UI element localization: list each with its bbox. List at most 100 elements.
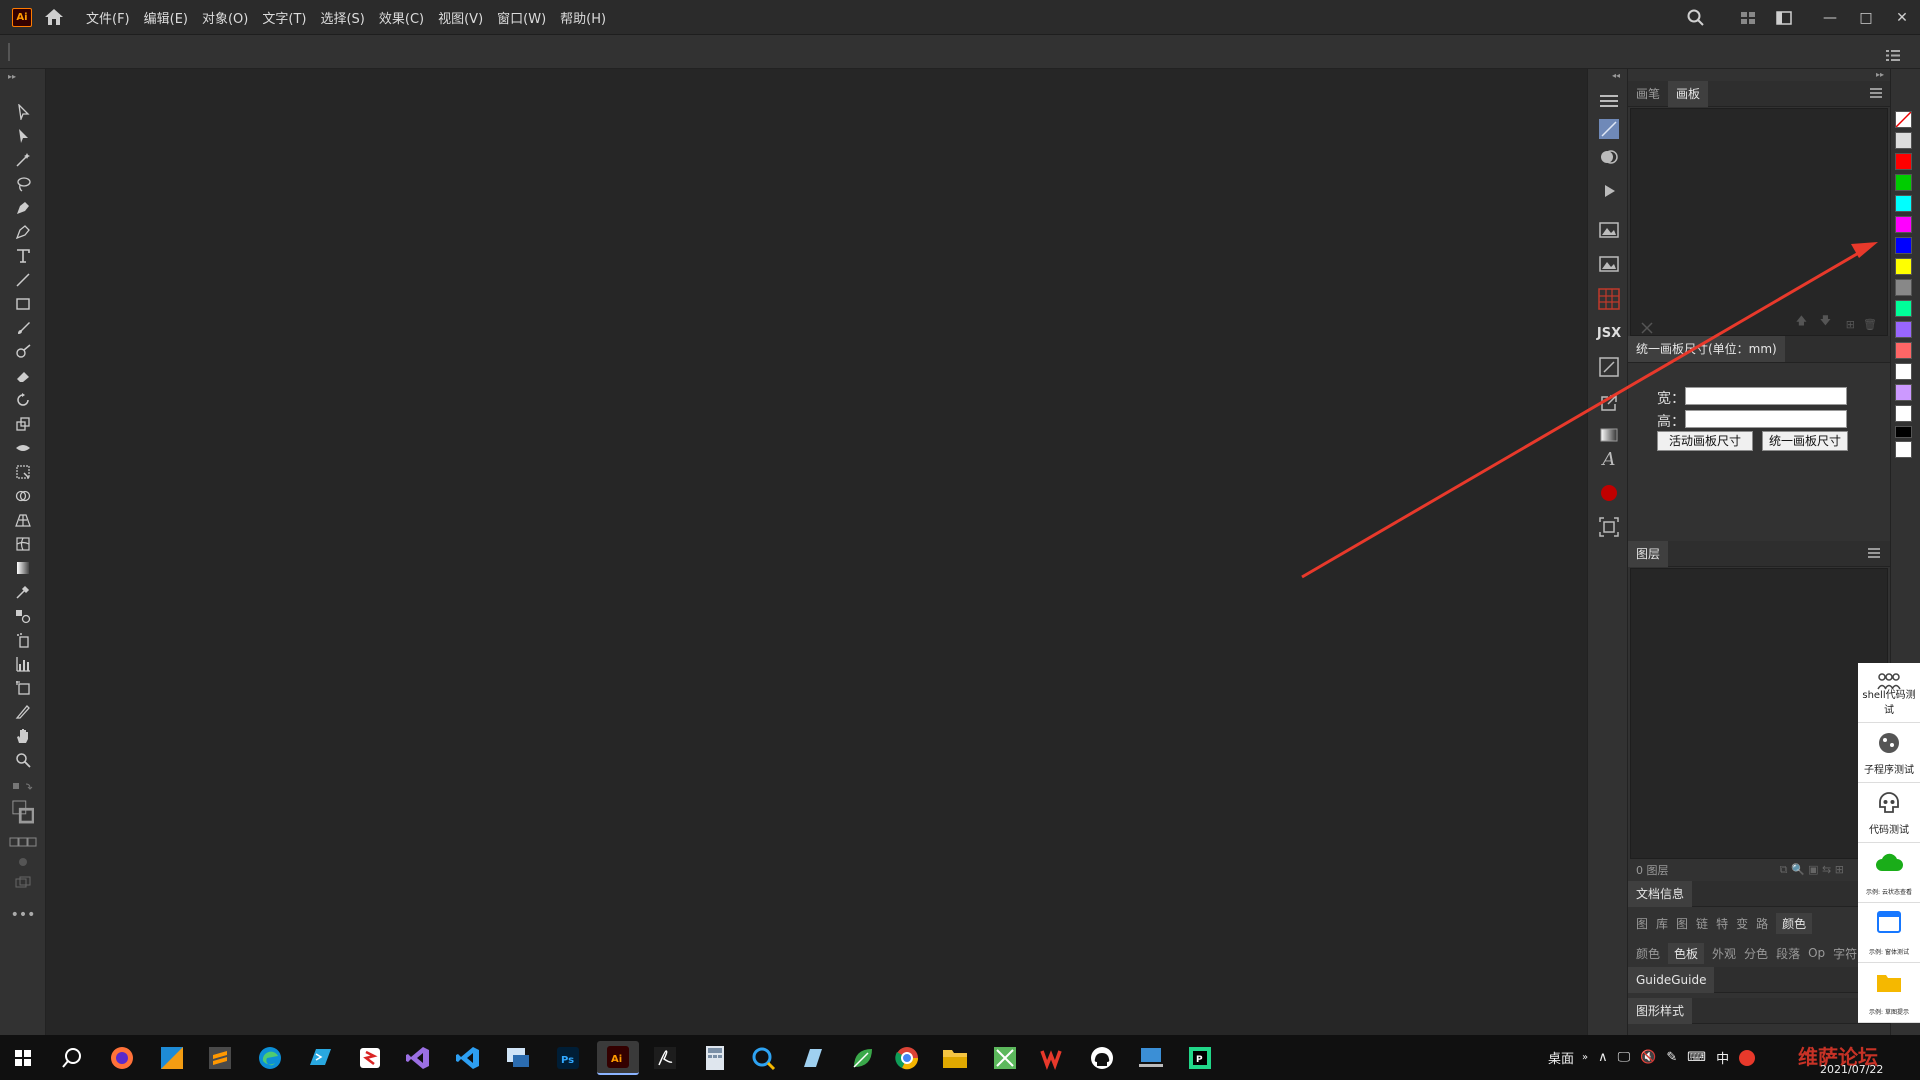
ime-indicator[interactable]: 中 [1716,1048,1729,1067]
menu-object[interactable]: 对象(O) [202,8,248,27]
visual-studio-icon[interactable] [401,1041,435,1075]
line-tool-icon[interactable] [12,270,34,290]
height-field[interactable] [1685,410,1847,428]
clock-area[interactable]: 维萨论坛 2021/07/22 [1798,1039,1920,1079]
hand-tool-icon[interactable] [12,726,34,746]
calculator-icon[interactable] [698,1041,732,1075]
column-graph-tool-icon[interactable] [12,654,34,674]
scale-tool-icon[interactable] [12,414,34,434]
new-artboard-icon[interactable]: ⊞ [1846,318,1855,331]
color-mode-icon[interactable] [8,832,38,852]
width-tool-icon[interactable] [12,438,34,458]
tab-mini-4[interactable]: 链 [1696,915,1708,932]
tab-color[interactable]: 颜色 [1776,912,1813,934]
tab-artboards[interactable]: 画板 [1668,80,1709,107]
magic-wand-tool-icon[interactable] [12,150,34,170]
rotate-tool-icon[interactable] [12,390,34,410]
keyboard-icon[interactable]: ⌨ [1687,1050,1706,1065]
chrome-icon[interactable] [890,1041,924,1075]
document-canvas[interactable] [46,69,1587,1035]
tray-overflow-icon[interactable]: ∧ [1598,1050,1608,1065]
wps-icon[interactable] [1036,1041,1070,1075]
sogou-ime-icon[interactable] [1739,1049,1756,1066]
layers-panel-menu-icon[interactable] [1868,548,1880,558]
tab-opentype[interactable]: Op [1808,946,1825,960]
more-tools-icon[interactable]: ••• [11,905,36,925]
jsx-script-icon[interactable]: JSX [1595,321,1623,345]
symbol-sprayer-tool-icon[interactable] [12,630,34,650]
swatch-cyan[interactable] [1895,195,1912,212]
curvature-tool-icon[interactable] [12,222,34,242]
move-down-icon[interactable]: 🡇 [1820,312,1831,331]
layers-footer-icons[interactable]: ⧉ 🔍 ▣ ⇆ ⊞ [1780,863,1844,877]
tab-graphic-styles[interactable]: 图形样式 [1628,997,1693,1024]
typora-icon[interactable] [796,1041,830,1075]
volume-muted-icon[interactable]: 🔇 [1640,1050,1656,1065]
tab-layers[interactable]: 图层 [1628,540,1669,567]
home-icon[interactable] [43,7,65,27]
code-test-widget[interactable]: 代码测试 [1858,783,1920,843]
menu-effect[interactable]: 效果(C) [379,8,424,27]
width-field[interactable] [1685,387,1847,405]
swatch-lavender[interactable] [1895,384,1912,401]
perspective-grid-tool-icon[interactable] [12,510,34,530]
minimize-button[interactable]: — [1812,0,1848,35]
sketch-hint-widget[interactable]: 示例: 草图提示 [1858,963,1920,1023]
swatch-green[interactable] [1895,174,1912,191]
menu-edit[interactable]: 编辑(E) [144,8,188,27]
external-link-icon[interactable] [1597,391,1621,415]
rectangle-tool-icon[interactable] [12,294,34,314]
layers-list[interactable] [1630,568,1888,859]
red-app-icon[interactable] [353,1041,387,1075]
subroutine-test-widget[interactable]: 子程序测试 [1858,723,1920,783]
collapse-arrows-icon[interactable]: ▸▸ [8,72,16,81]
gradient-tool-icon[interactable] [12,558,34,578]
swatch-white[interactable] [1895,363,1912,380]
asset-export-icon[interactable] [1597,251,1621,275]
swatch-mint[interactable] [1895,300,1912,317]
dock-collapse-icon[interactable]: ◂◂ [1612,71,1620,80]
tab-mini-1[interactable]: 图 [1636,915,1648,932]
tab-character[interactable]: 字符 [1833,945,1857,962]
artboard-panel-menu-icon[interactable] [1870,88,1882,98]
actions-play-icon[interactable] [1597,179,1621,203]
default-fill-stroke-icon[interactable] [12,778,34,798]
artboard-fit-icon[interactable] [1597,515,1621,539]
desktop-toolbar-label[interactable]: 桌面 [1548,1048,1574,1067]
shape-builder-tool-icon[interactable] [12,486,34,506]
slice-tool-icon[interactable] [12,702,34,722]
control-bar-grip[interactable] [8,43,10,61]
photoshop-icon[interactable]: Ps [551,1041,585,1075]
screen-mode-icon[interactable] [12,872,34,892]
swatch-salmon[interactable] [1895,342,1912,359]
pen-icon[interactable]: ✎ [1666,1050,1677,1065]
windows-start-icon[interactable] [6,1041,40,1075]
artboards-panel-icon[interactable] [1597,117,1621,141]
terminal-app-icon[interactable] [303,1041,337,1075]
tab-separations[interactable]: 分色 [1744,945,1768,962]
network-icon[interactable]: 🖵 [1618,1050,1631,1065]
tab-mini-2[interactable]: 库 [1656,915,1668,932]
window-test-widget[interactable]: 示例: 窗体测试 [1858,903,1920,963]
image-panel-icon[interactable] [1597,217,1621,241]
swatch-black[interactable] [1895,426,1912,438]
sublime-text-icon[interactable] [203,1041,237,1075]
grid-app-icon[interactable] [988,1041,1022,1075]
menu-type[interactable]: 文字(T) [262,8,306,27]
tab-mini-3[interactable]: 图 [1676,915,1688,932]
app-blue-icon[interactable] [155,1041,189,1075]
blend-tool-icon[interactable] [12,606,34,626]
search-icon[interactable] [55,1041,89,1075]
shell-test-widget[interactable]: shell代码测试 [1858,663,1920,723]
swatch-magenta[interactable] [1895,216,1912,233]
artboard-list[interactable]: 🡅 🡇 ⊞ 🗑 [1630,108,1888,336]
swatch-white-3[interactable] [1895,441,1912,458]
tab-brushes[interactable]: 画笔 [1628,81,1668,107]
swatch-yellow[interactable] [1895,258,1912,275]
illustrator-taskbar-icon[interactable]: Ai [597,1041,639,1075]
remote-desktop-icon[interactable] [501,1041,535,1075]
move-up-icon[interactable]: 🡅 [1796,312,1807,331]
record-icon[interactable] [1597,481,1621,505]
tab-appearance[interactable]: 外观 [1712,945,1736,962]
tab-color-guide[interactable]: 颜色 [1636,945,1660,962]
